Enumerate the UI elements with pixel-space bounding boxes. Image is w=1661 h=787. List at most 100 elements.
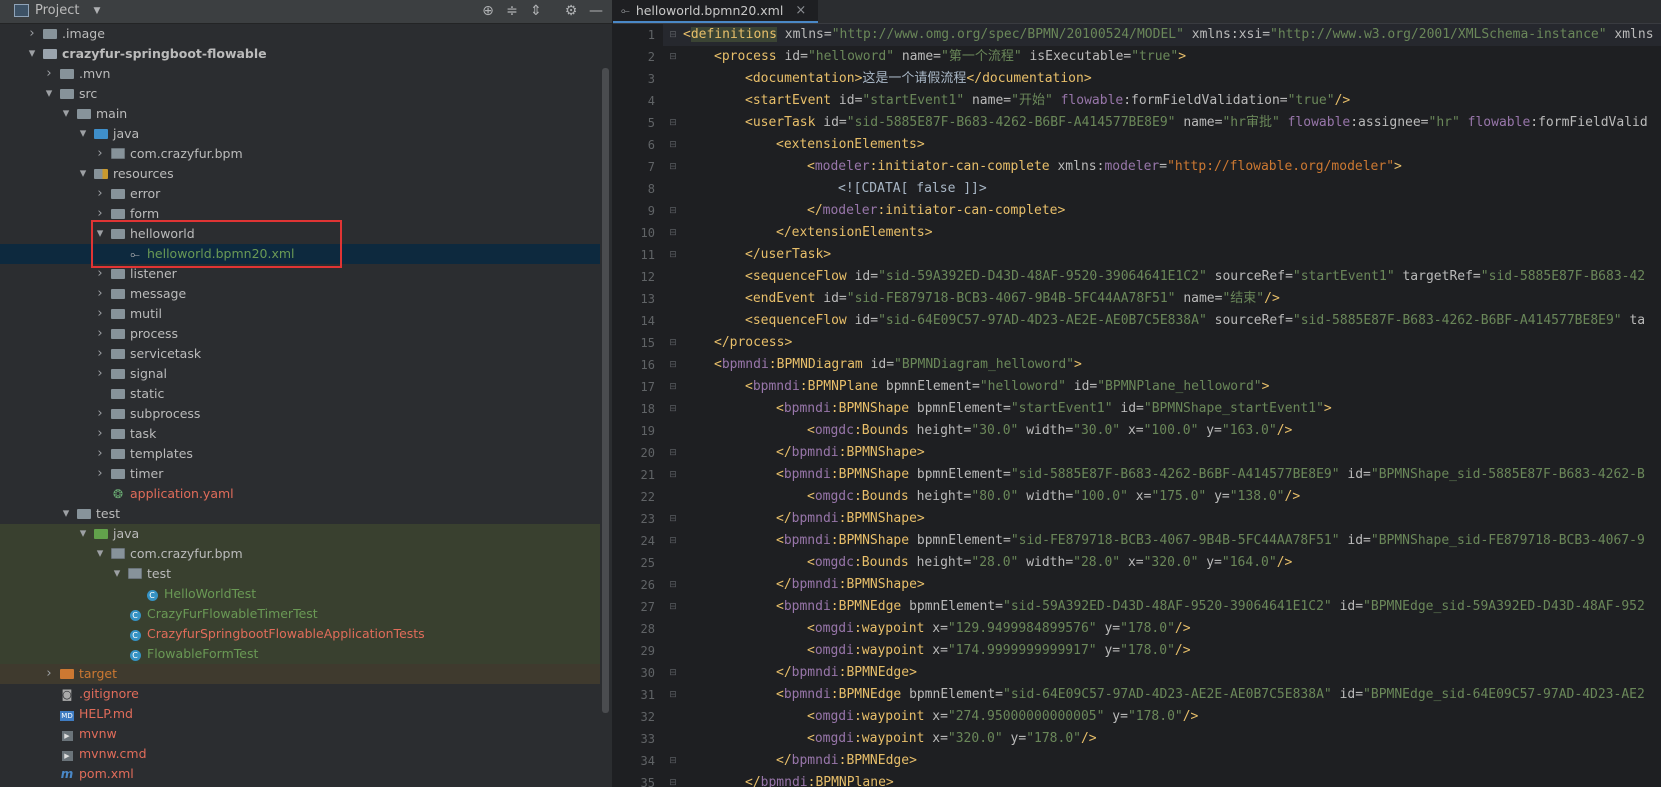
chevron-down-icon[interactable]: ▾ <box>94 544 106 564</box>
tree-item[interactable]: ▾ test <box>0 564 600 584</box>
tree-item[interactable]: › com.crazyfur.bpm <box>0 144 600 164</box>
tree-item[interactable]: ▾ main <box>0 104 600 124</box>
tree-item[interactable]: › error <box>0 184 600 204</box>
tree-item[interactable]: MD HELP.md <box>0 704 600 724</box>
fold-marker-icon[interactable]: ⊟ <box>663 508 683 530</box>
fold-marker-icon[interactable]: ⊟ <box>663 530 683 552</box>
tree-item[interactable]: › .mvn <box>0 64 600 84</box>
tree-item[interactable]: › task <box>0 424 600 444</box>
code-token: y= <box>1112 709 1128 724</box>
fold-marker-icon[interactable]: ⊟ <box>663 156 683 178</box>
chevron-down-icon[interactable]: ▾ <box>77 164 89 184</box>
code-line: <omgdi:waypoint x="320.0" y="178.0"/> <box>683 728 1661 750</box>
tree-item[interactable]: C HelloWorldTest <box>0 584 600 604</box>
code-token: "startEvent1" <box>1010 401 1113 416</box>
tree-item[interactable]: C CrazyfurSpringbootFlowableApplicationTe… <box>0 624 600 644</box>
chevron-down-icon[interactable]: ▾ <box>77 524 89 544</box>
tree-item[interactable]: › signal <box>0 364 600 384</box>
chevron-down-icon[interactable]: ▾ <box>26 44 38 64</box>
tree-item[interactable]: › timer <box>0 464 600 484</box>
fold-marker-icon[interactable]: ⊟ <box>663 574 683 596</box>
tree-item[interactable]: › .image <box>0 24 600 44</box>
tree-item[interactable]: ▾ com.crazyfur.bpm <box>0 544 600 564</box>
code-editor[interactable]: <definitions xmlns="http://www.omg.org/s… <box>683 24 1661 787</box>
fold-marker-icon[interactable]: ⊟ <box>663 442 683 464</box>
fold-marker-icon[interactable]: ⊟ <box>663 222 683 244</box>
fold-marker-icon[interactable]: ⊟ <box>663 134 683 156</box>
hide-icon[interactable]: — <box>587 3 605 19</box>
chevron-down-icon[interactable]: ▾ <box>111 564 123 584</box>
target-icon[interactable]: ⊕ <box>479 3 497 19</box>
chevron-down-icon[interactable]: ▾ <box>43 84 55 104</box>
tree-item[interactable]: ▶ mvnw <box>0 724 600 744</box>
fold-marker-icon[interactable]: ⊟ <box>663 376 683 398</box>
fold-marker-icon[interactable]: ⊟ <box>663 464 683 486</box>
chevron-right-icon[interactable]: › <box>94 464 106 484</box>
chevron-right-icon[interactable]: › <box>94 444 106 464</box>
fold-marker-icon[interactable]: ⊟ <box>663 662 683 684</box>
fold-marker-icon[interactable]: ⊟ <box>663 354 683 376</box>
chevron-right-icon[interactable]: › <box>94 304 106 324</box>
tree-item[interactable]: › target <box>0 664 600 684</box>
tree-item[interactable]: › subprocess <box>0 404 600 424</box>
tree-item[interactable]: › mutil <box>0 304 600 324</box>
fold-marker-icon[interactable]: ⊟ <box>663 200 683 222</box>
fold-marker-icon[interactable]: ⊟ <box>663 244 683 266</box>
settings-icon[interactable]: ⚙ <box>562 3 580 19</box>
code-token: /> <box>1182 709 1199 724</box>
tree-item[interactable]: ▾ test <box>0 504 600 524</box>
tree-item[interactable]: static <box>0 384 600 404</box>
fold-marker-icon[interactable]: ⊟ <box>663 332 683 354</box>
fold-marker-icon[interactable]: ⊟ <box>663 772 683 787</box>
tree-item[interactable]: C CrazyFurFlowableTimerTest <box>0 604 600 624</box>
tree-item[interactable]: ▾ src <box>0 84 600 104</box>
fold-marker-icon[interactable]: ⊟ <box>663 596 683 618</box>
tree-item[interactable]: ▾ java <box>0 124 600 144</box>
project-scrollbar[interactable] <box>602 68 609 713</box>
chevron-right-icon[interactable]: › <box>94 324 106 344</box>
chevron-right-icon[interactable]: › <box>26 24 38 44</box>
tree-item[interactable]: ▾ resources <box>0 164 600 184</box>
chevron-right-icon[interactable]: › <box>94 424 106 444</box>
code-token: :BPMNShape> <box>838 577 925 592</box>
fold-marker-icon[interactable]: ⊟ <box>663 398 683 420</box>
folder-icon <box>110 464 126 484</box>
chevron-down-icon[interactable]: ▾ <box>60 504 72 524</box>
fold-marker-icon[interactable]: ⊟ <box>663 112 683 134</box>
tree-item[interactable]: ◙ .gitignore <box>0 684 600 704</box>
fold-marker-icon[interactable]: ⊟ <box>663 46 683 68</box>
tree-item[interactable]: › process <box>0 324 600 344</box>
chevron-right-icon[interactable]: › <box>94 184 106 204</box>
folder-orange-icon <box>59 664 75 684</box>
fold-marker-icon[interactable]: ⊟ <box>663 24 683 46</box>
chevron-down-icon[interactable]: ▾ <box>60 104 72 124</box>
tree-item[interactable]: › message <box>0 284 600 304</box>
chevron-right-icon[interactable]: › <box>43 664 55 684</box>
chevron-right-icon[interactable]: › <box>94 344 106 364</box>
tree-item[interactable]: › templates <box>0 444 600 464</box>
collapse-all-icon[interactable]: ≑ <box>503 3 521 19</box>
tree-item[interactable]: ▾ java <box>0 524 600 544</box>
code-token: < <box>745 379 753 394</box>
tree-item[interactable]: C FlowableFormTest <box>0 644 600 664</box>
chevron-right-icon[interactable]: › <box>94 144 106 164</box>
code-line: <omgdc:Bounds height="28.0" width="28.0"… <box>683 552 1661 574</box>
chevron-right-icon[interactable]: › <box>94 404 106 424</box>
chevron-right-icon[interactable]: › <box>43 64 55 84</box>
tree-item[interactable]: › servicetask <box>0 344 600 364</box>
tab-helloworld-bpmn[interactable]: ⟜ helloworld.bpmn20.xml × <box>613 0 819 23</box>
close-icon[interactable]: × <box>795 3 806 18</box>
code-token: omgdc <box>814 489 854 504</box>
chevron-right-icon[interactable]: › <box>94 284 106 304</box>
tree-item[interactable]: ▶ mvnw.cmd <box>0 744 600 764</box>
expand-all-icon[interactable]: ⇕ <box>527 3 545 19</box>
chevron-right-icon[interactable]: › <box>94 364 106 384</box>
project-view-selector[interactable]: Project ▼ <box>14 3 100 18</box>
fold-marker-icon[interactable]: ⊟ <box>663 684 683 706</box>
chevron-down-icon[interactable]: ▾ <box>77 124 89 144</box>
fold-marker-icon[interactable]: ⊟ <box>663 750 683 772</box>
tree-item[interactable]: ❂ application.yaml <box>0 484 600 504</box>
tree-item[interactable]: ▾ crazyfur-springboot-flowable <box>0 44 600 64</box>
tree-item[interactable]: m pom.xml <box>0 764 600 784</box>
